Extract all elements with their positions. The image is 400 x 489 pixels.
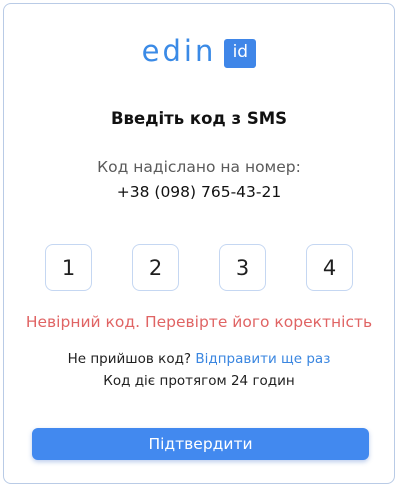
resend-code-link[interactable]: Відправити ще раз (195, 351, 330, 367)
resend-line: Не прийшов код? Відправити ще раз (4, 351, 394, 367)
logo-id-badge: id (224, 38, 257, 68)
edin-id-logo: edin id (4, 34, 394, 68)
resend-question: Не прийшов код? (67, 351, 196, 367)
sms-code-inputs: 1 2 3 4 (4, 244, 394, 291)
page-title: Введіть код з SMS (110, 109, 288, 128)
confirm-button[interactable]: Підтвердити (32, 428, 369, 460)
verification-card: edin id Введіть код з SMS Код надіслано … (3, 3, 395, 484)
code-digit-input-4[interactable]: 4 (306, 244, 353, 291)
code-sent-label: Код надіслано на номер: (97, 158, 301, 176)
code-digit-input-1[interactable]: 1 (45, 244, 92, 291)
logo-wordmark: edin (141, 34, 217, 68)
code-digit-input-2[interactable]: 2 (132, 244, 179, 291)
code-validity-note: Код діє протягом 24 годин (103, 373, 295, 389)
error-message: Невірний код. Перевірте його коректність (25, 313, 373, 331)
phone-number: +38 (098) 765-43-21 (116, 183, 282, 201)
code-digit-input-3[interactable]: 3 (219, 244, 266, 291)
